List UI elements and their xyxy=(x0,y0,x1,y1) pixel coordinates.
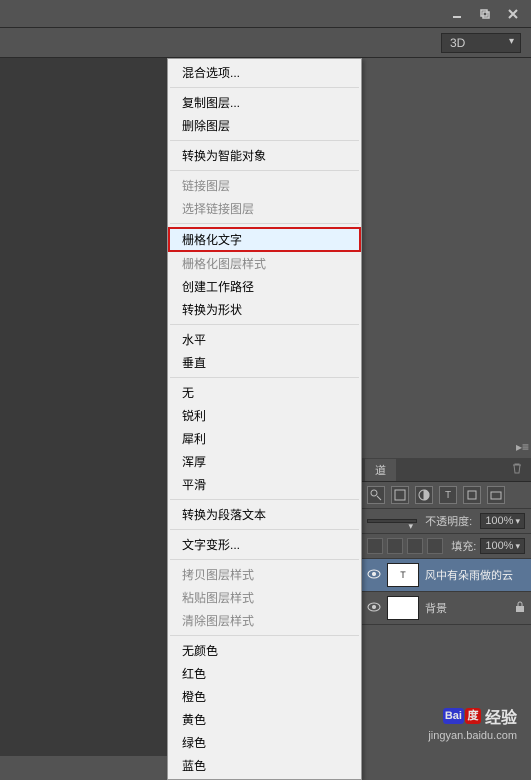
close-button[interactable] xyxy=(499,4,527,24)
menu-separator xyxy=(170,529,359,530)
menu-item: 选择链接图层 xyxy=(168,197,361,220)
maximize-button[interactable] xyxy=(471,4,499,24)
panel-tab-channels[interactable]: 道 xyxy=(365,459,396,481)
menu-item[interactable]: 转换为形状 xyxy=(168,298,361,321)
menu-separator xyxy=(170,377,359,378)
menu-item[interactable]: 犀利 xyxy=(168,427,361,450)
menu-item[interactable]: 转换为智能对象 xyxy=(168,144,361,167)
menu-item[interactable]: 无颜色 xyxy=(168,639,361,662)
lock-all-icon[interactable] xyxy=(427,538,443,554)
menu-item[interactable]: 黄色 xyxy=(168,708,361,731)
menu-item: 拷贝图层样式 xyxy=(168,563,361,586)
layer-filter-row: T xyxy=(361,482,531,509)
minimize-button[interactable] xyxy=(443,4,471,24)
panel-tabs: 道 ▸≡ xyxy=(361,458,531,482)
menu-item[interactable]: 无 xyxy=(168,381,361,404)
menu-item[interactable]: 混合选项... xyxy=(168,61,361,84)
options-bar: 3D xyxy=(0,28,531,58)
menu-item[interactable]: 蓝色 xyxy=(168,754,361,777)
workspace-dropdown[interactable]: 3D xyxy=(441,33,521,53)
menu-separator xyxy=(170,635,359,636)
panel-menu-icon[interactable]: ▸≡ xyxy=(516,440,529,454)
filter-pixel-icon[interactable] xyxy=(391,486,409,504)
menu-separator xyxy=(170,499,359,500)
menu-item[interactable]: 平滑 xyxy=(168,473,361,496)
visibility-icon[interactable] xyxy=(367,602,383,615)
blend-mode-dropdown[interactable] xyxy=(367,519,417,523)
titlebar xyxy=(0,0,531,28)
filter-type-dropdown[interactable] xyxy=(367,486,385,504)
menu-item: 栅格化图层样式 xyxy=(168,252,361,275)
layer-item-background[interactable]: 背景 xyxy=(361,592,531,625)
fill-label: 填充: xyxy=(451,538,476,554)
lock-position-icon[interactable] xyxy=(407,538,423,554)
menu-item: 清除图层样式 xyxy=(168,609,361,632)
watermark-url: jingyan.baidu.com xyxy=(428,730,517,742)
filter-shape-icon[interactable] xyxy=(463,486,481,504)
menu-item[interactable]: 栅格化文字 xyxy=(168,227,361,252)
watermark: Bai度 经验 jingyan.baidu.com xyxy=(428,704,517,742)
filter-adjustment-icon[interactable] xyxy=(415,486,433,504)
lock-transparency-icon[interactable] xyxy=(367,538,383,554)
layer-thumbnail: T xyxy=(387,563,419,587)
menu-item[interactable]: 锐利 xyxy=(168,404,361,427)
menu-item[interactable]: 转换为段落文本 xyxy=(168,503,361,526)
menu-item[interactable]: 水平 xyxy=(168,328,361,351)
opacity-label: 不透明度: xyxy=(425,513,472,529)
lock-icon xyxy=(515,601,525,616)
menu-item[interactable]: 垂直 xyxy=(168,351,361,374)
layer-thumbnail xyxy=(387,596,419,620)
lock-pixels-icon[interactable] xyxy=(387,538,403,554)
menu-item: 粘贴图层样式 xyxy=(168,586,361,609)
menu-item[interactable]: 浑厚 xyxy=(168,450,361,473)
trash-icon[interactable] xyxy=(511,462,523,477)
fill-value[interactable]: 100% xyxy=(480,538,525,554)
visibility-icon[interactable] xyxy=(367,569,383,582)
menu-item[interactable]: 橙色 xyxy=(168,685,361,708)
menu-separator xyxy=(170,324,359,325)
panels-dock: 道 ▸≡ T 不透明度: 100 xyxy=(361,58,531,756)
menu-separator xyxy=(170,559,359,560)
layer-context-menu: 混合选项... 复制图层...删除图层转换为智能对象链接图层选择链接图层栅格化文字… xyxy=(167,58,362,780)
menu-item[interactable]: 红色 xyxy=(168,662,361,685)
layer-name: 风中有朵雨做的云 xyxy=(425,567,513,583)
blend-opacity-row: 不透明度: 100% xyxy=(361,509,531,534)
menu-separator xyxy=(170,140,359,141)
menu-item[interactable]: 复制图层... xyxy=(168,91,361,114)
menu-separator xyxy=(170,87,359,88)
menu-item[interactable]: 删除图层 xyxy=(168,114,361,137)
menu-separator xyxy=(170,223,359,224)
menu-item[interactable]: 创建工作路径 xyxy=(168,275,361,298)
lock-fill-row: 填充: 100% xyxy=(361,534,531,559)
menu-item[interactable]: 绿色 xyxy=(168,731,361,754)
menu-item[interactable]: 文字变形... xyxy=(168,533,361,556)
baidu-logo-icon: Bai度 xyxy=(442,708,481,724)
layers-panel: T 不透明度: 100% 填充: 100% T 风中有 xyxy=(361,482,531,625)
menu-item: 链接图层 xyxy=(168,174,361,197)
layer-item-text[interactable]: T 风中有朵雨做的云 xyxy=(361,559,531,592)
menu-separator xyxy=(170,170,359,171)
filter-smart-icon[interactable] xyxy=(487,486,505,504)
watermark-text: 经验 xyxy=(485,704,517,728)
opacity-value[interactable]: 100% xyxy=(480,513,525,529)
layer-name: 背景 xyxy=(425,600,447,616)
filter-type-text-icon[interactable]: T xyxy=(439,486,457,504)
